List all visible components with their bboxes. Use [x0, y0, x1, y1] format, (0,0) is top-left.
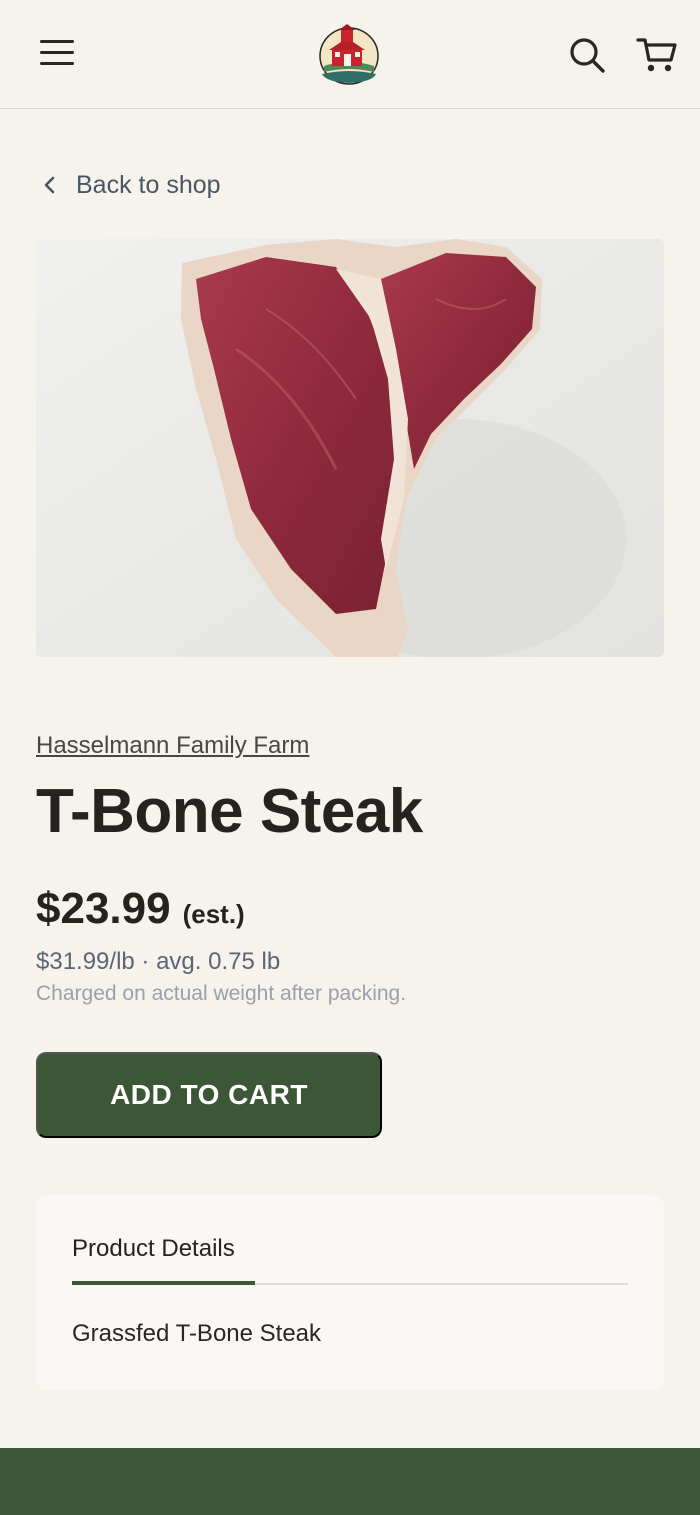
site-header [0, 0, 700, 109]
site-footer [0, 1448, 700, 1515]
price-qualifier: (est.) [182, 899, 245, 929]
search-icon[interactable] [568, 36, 606, 74]
product-price: $23.99 [36, 884, 171, 933]
chevron-left-icon [44, 176, 55, 194]
farm-barn-logo[interactable] [314, 22, 384, 86]
product-title: T-Bone Steak [36, 777, 423, 846]
tab-product-details[interactable]: Product Details [72, 1235, 235, 1263]
add-to-cart-button[interactable]: ADD TO CART [36, 1052, 382, 1138]
farm-link[interactable]: Hasselmann Family Farm [36, 732, 309, 760]
active-tab-indicator [72, 1281, 255, 1285]
weight-note: Charged on actual weight after packing. [36, 982, 407, 1005]
product-description: Grassfed T-Bone Steak [72, 1320, 322, 1347]
product-image[interactable] [36, 239, 664, 657]
hamburger-menu-icon[interactable] [40, 38, 74, 68]
unit-price: $31.99/lb · avg. 0.75 lb [36, 948, 281, 975]
price-row: $23.99 (est.) [36, 884, 245, 934]
back-to-shop-link[interactable]: Back to shop [40, 168, 221, 202]
product-details-card: Product Details Grassfed T-Bone Steak [36, 1195, 664, 1391]
shopping-cart-icon[interactable] [636, 36, 678, 74]
back-to-shop-label: Back to shop [76, 170, 221, 199]
